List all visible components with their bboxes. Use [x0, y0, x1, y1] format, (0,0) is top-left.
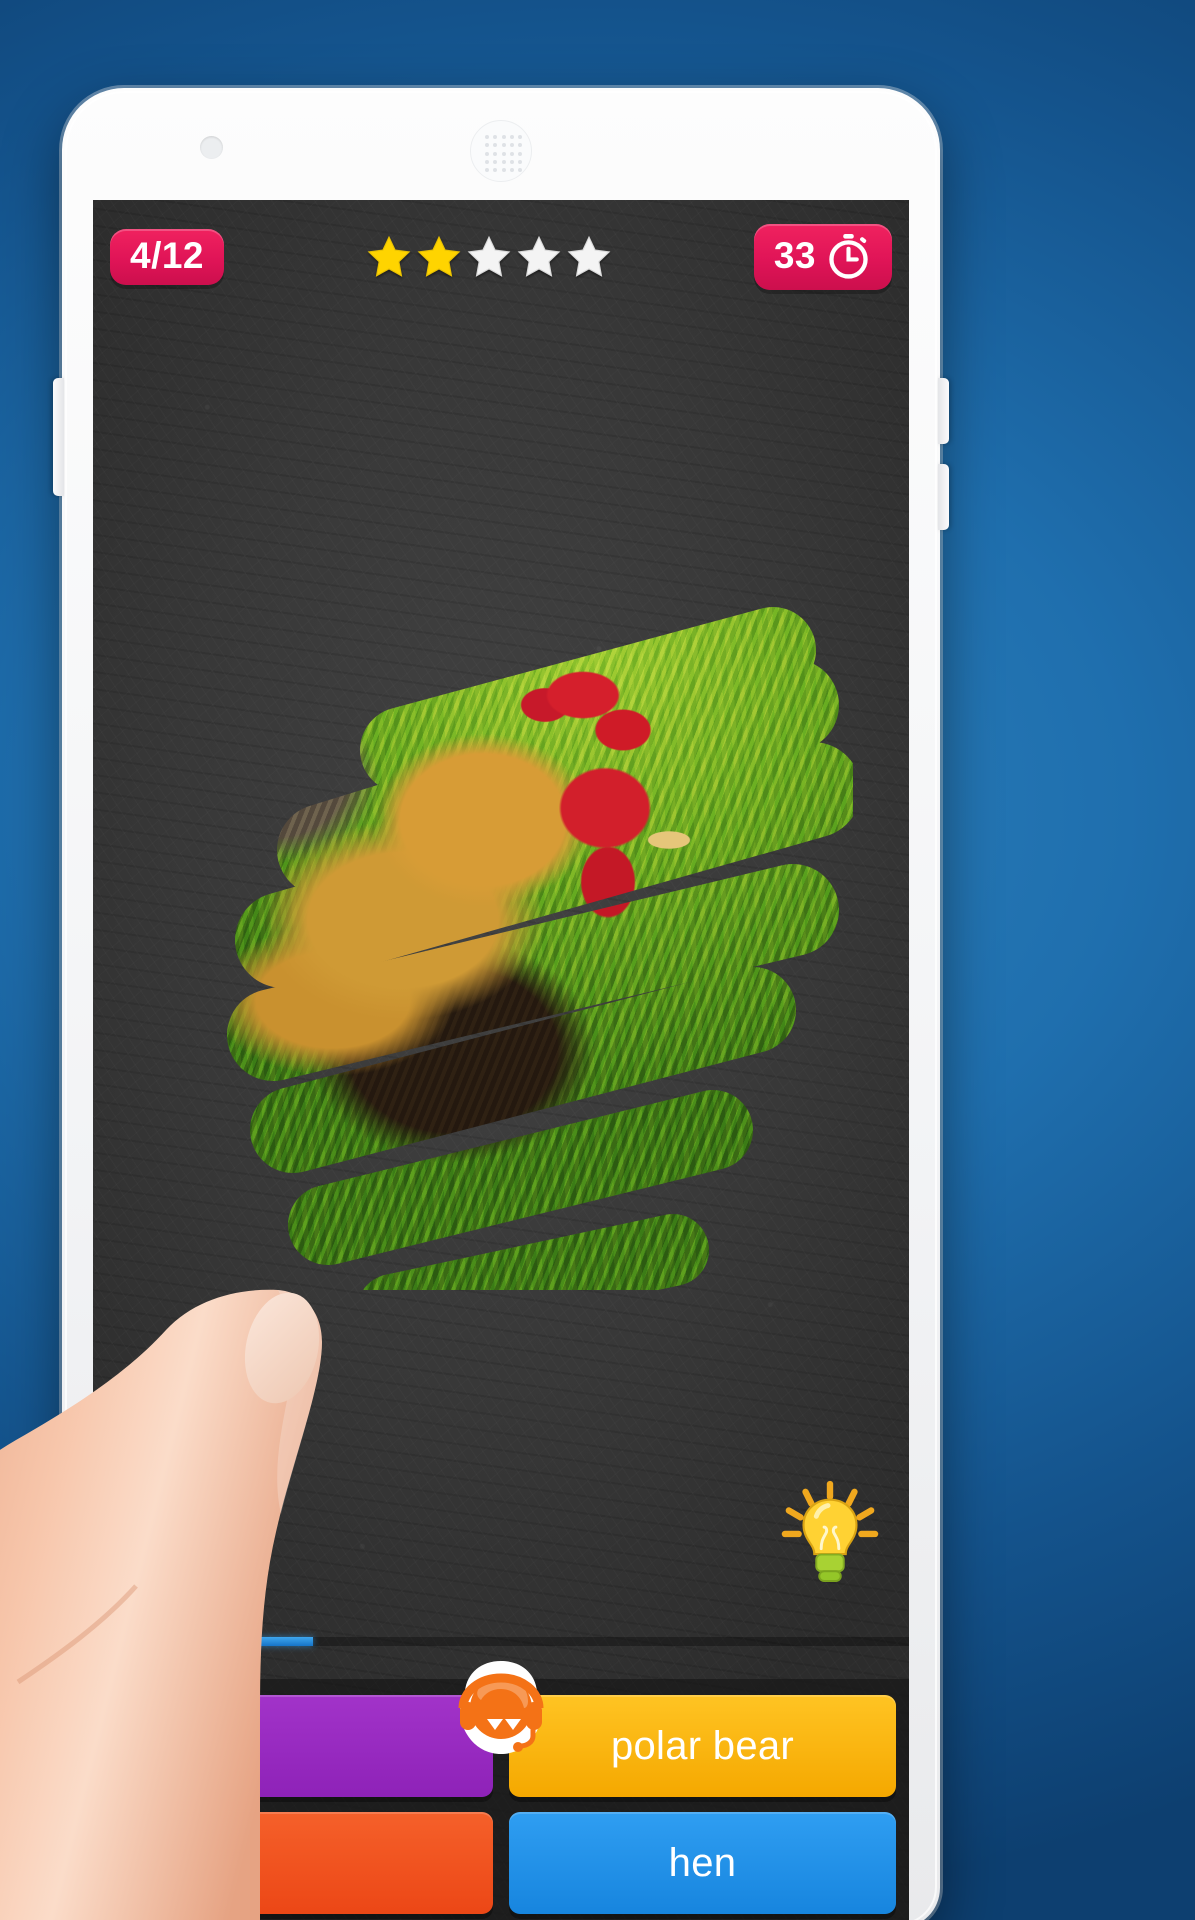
hidden-animal-photo[interactable] [153, 490, 853, 1290]
star-icon-filled-1 [367, 235, 411, 277]
round-progress-bar [93, 1637, 909, 1646]
timer-badge: 33 [753, 224, 892, 290]
lightbulb-icon[interactable] [781, 1480, 879, 1586]
bulb-base [815, 1553, 845, 1573]
question-counter-badge: 4/12 [110, 229, 225, 285]
stopwatch-icon [829, 233, 868, 279]
agent-mic [513, 1742, 523, 1752]
volume-up-button[interactable] [938, 378, 949, 444]
star-icon-empty-4 [517, 235, 561, 277]
round-progress-fill [93, 1637, 314, 1646]
answer-option-4-label: hen [668, 1840, 737, 1885]
answer-option-1-label: lama [134, 1723, 222, 1768]
answer-option-2-label: polar bear [610, 1723, 795, 1768]
star-rating [366, 234, 612, 280]
volume-down-button[interactable] [938, 464, 949, 530]
support-agent-icon[interactable] [447, 1658, 555, 1776]
answer-option-4[interactable]: hen [509, 1812, 896, 1914]
star-icon-empty-3 [467, 235, 511, 277]
answer-option-3[interactable]: i [106, 1812, 493, 1914]
app-screen: 4/12 33 lama polar bear i hen [93, 200, 909, 1920]
timer-value-label: 33 [773, 235, 816, 276]
answer-option-1[interactable]: lama [106, 1695, 493, 1797]
star-icon-empty-5 [567, 235, 611, 277]
star-icon-filled-2 [417, 235, 461, 277]
bulb-contact [818, 1570, 842, 1582]
answer-option-3-label: i [134, 1840, 144, 1885]
bulb-glass [802, 1498, 858, 1556]
front-camera-icon [200, 136, 223, 159]
game-hud: 4/12 33 [93, 220, 909, 294]
question-counter-label: 4/12 [130, 235, 205, 276]
earpiece-speaker-icon [470, 120, 532, 182]
power-button[interactable] [53, 378, 64, 496]
answer-option-2[interactable]: polar bear [509, 1695, 896, 1797]
promo-backdrop: 4/12 33 lama polar bear i hen [0, 0, 1195, 1920]
phone-device-frame: 4/12 33 lama polar bear i hen [53, 88, 949, 1920]
